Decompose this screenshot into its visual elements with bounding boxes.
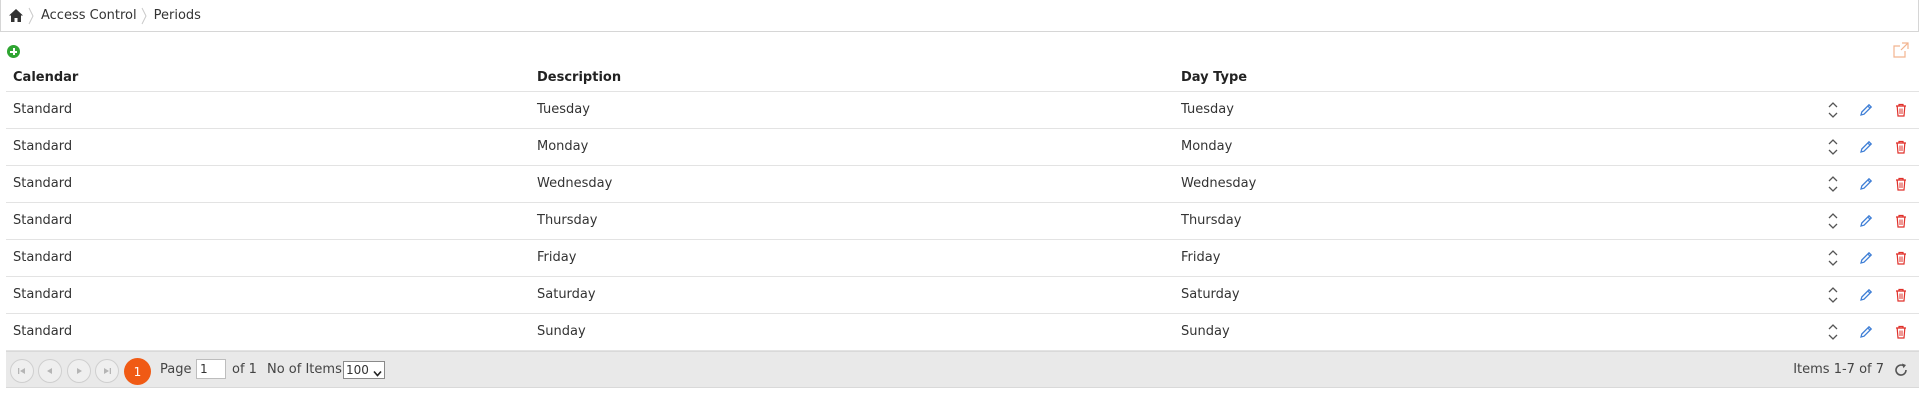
reorder-icon[interactable]	[1827, 136, 1839, 158]
edit-icon[interactable]	[1859, 103, 1873, 117]
first-page-button[interactable]	[10, 359, 34, 383]
previous-page-button[interactable]	[38, 359, 62, 383]
edit-icon[interactable]	[1859, 288, 1873, 302]
description-cell: Friday	[537, 250, 577, 265]
page-count-label: of 1	[232, 362, 257, 377]
table-row[interactable]: Standard Sunday Sunday	[6, 314, 1919, 351]
description-cell: Tuesday	[537, 102, 590, 117]
current-page-badge[interactable]: 1	[124, 358, 151, 385]
calendar-cell: Standard	[13, 287, 73, 302]
table-row[interactable]: Standard Wednesday Wednesday	[6, 166, 1919, 203]
description-cell: Saturday	[537, 287, 596, 302]
table-row[interactable]: Standard Saturday Saturday	[6, 277, 1919, 314]
table-row[interactable]: Standard Thursday Thursday	[6, 203, 1919, 240]
calendar-cell: Standard	[13, 139, 73, 154]
delete-icon[interactable]	[1895, 103, 1907, 117]
reorder-icon[interactable]	[1827, 99, 1839, 121]
day-type-cell: Thursday	[1181, 213, 1242, 228]
items-per-page-label: No of Items	[267, 362, 342, 377]
delete-icon[interactable]	[1895, 251, 1907, 265]
edit-icon[interactable]	[1859, 325, 1873, 339]
reorder-icon[interactable]	[1827, 173, 1839, 195]
page-number-input[interactable]	[196, 359, 226, 379]
description-cell: Monday	[537, 139, 589, 154]
edit-icon[interactable]	[1859, 140, 1873, 154]
day-type-cell: Wednesday	[1181, 176, 1257, 191]
day-type-cell: Monday	[1181, 139, 1233, 154]
delete-icon[interactable]	[1895, 214, 1907, 228]
calendar-cell: Standard	[13, 176, 73, 191]
breadcrumb: Access Control Periods	[0, 0, 1919, 32]
grid-header: Calendar Description Day Type	[6, 66, 1919, 92]
items-per-page-value: 100	[346, 363, 369, 377]
breadcrumb-item-access-control[interactable]: Access Control	[41, 8, 137, 23]
delete-icon[interactable]	[1895, 177, 1907, 191]
refresh-icon[interactable]	[1893, 362, 1909, 378]
breadcrumb-separator-icon	[28, 5, 38, 27]
table-row[interactable]: Standard Friday Friday	[6, 240, 1919, 277]
add-period-button[interactable]	[7, 45, 20, 58]
description-cell: Wednesday	[537, 176, 613, 191]
breadcrumb-separator-icon	[141, 5, 151, 27]
calendar-cell: Standard	[13, 324, 73, 339]
table-row[interactable]: Standard Monday Monday	[6, 129, 1919, 166]
breadcrumb-item-periods[interactable]: Periods	[154, 8, 201, 23]
next-page-button[interactable]	[67, 359, 91, 383]
day-type-cell: Saturday	[1181, 287, 1240, 302]
edit-icon[interactable]	[1859, 251, 1873, 265]
edit-icon[interactable]	[1859, 214, 1873, 228]
reorder-icon[interactable]	[1827, 284, 1839, 306]
table-row[interactable]: Standard Tuesday Tuesday	[6, 92, 1919, 129]
column-header-description[interactable]: Description	[537, 70, 621, 85]
day-type-cell: Sunday	[1181, 324, 1230, 339]
column-header-calendar[interactable]: Calendar	[13, 70, 78, 85]
edit-icon[interactable]	[1859, 177, 1873, 191]
pager: 1 Page of 1 No of Items 100 Items 1-7 of…	[6, 351, 1919, 388]
description-cell: Sunday	[537, 324, 586, 339]
reorder-icon[interactable]	[1827, 321, 1839, 343]
items-range-label: Items 1-7 of 7	[1793, 362, 1884, 377]
chevron-down-icon	[373, 366, 382, 380]
items-per-page-select[interactable]: 100	[343, 361, 385, 379]
calendar-cell: Standard	[13, 213, 73, 228]
reorder-icon[interactable]	[1827, 247, 1839, 269]
description-cell: Thursday	[537, 213, 598, 228]
calendar-cell: Standard	[13, 102, 73, 117]
calendar-cell: Standard	[13, 250, 73, 265]
last-page-button[interactable]	[95, 359, 119, 383]
day-type-cell: Friday	[1181, 250, 1221, 265]
reorder-icon[interactable]	[1827, 210, 1839, 232]
delete-icon[interactable]	[1895, 140, 1907, 154]
home-icon[interactable]	[8, 8, 24, 24]
export-icon[interactable]	[1893, 42, 1909, 58]
day-type-cell: Tuesday	[1181, 102, 1234, 117]
delete-icon[interactable]	[1895, 288, 1907, 302]
column-header-day-type[interactable]: Day Type	[1181, 70, 1247, 85]
page-label: Page	[160, 362, 192, 377]
delete-icon[interactable]	[1895, 325, 1907, 339]
